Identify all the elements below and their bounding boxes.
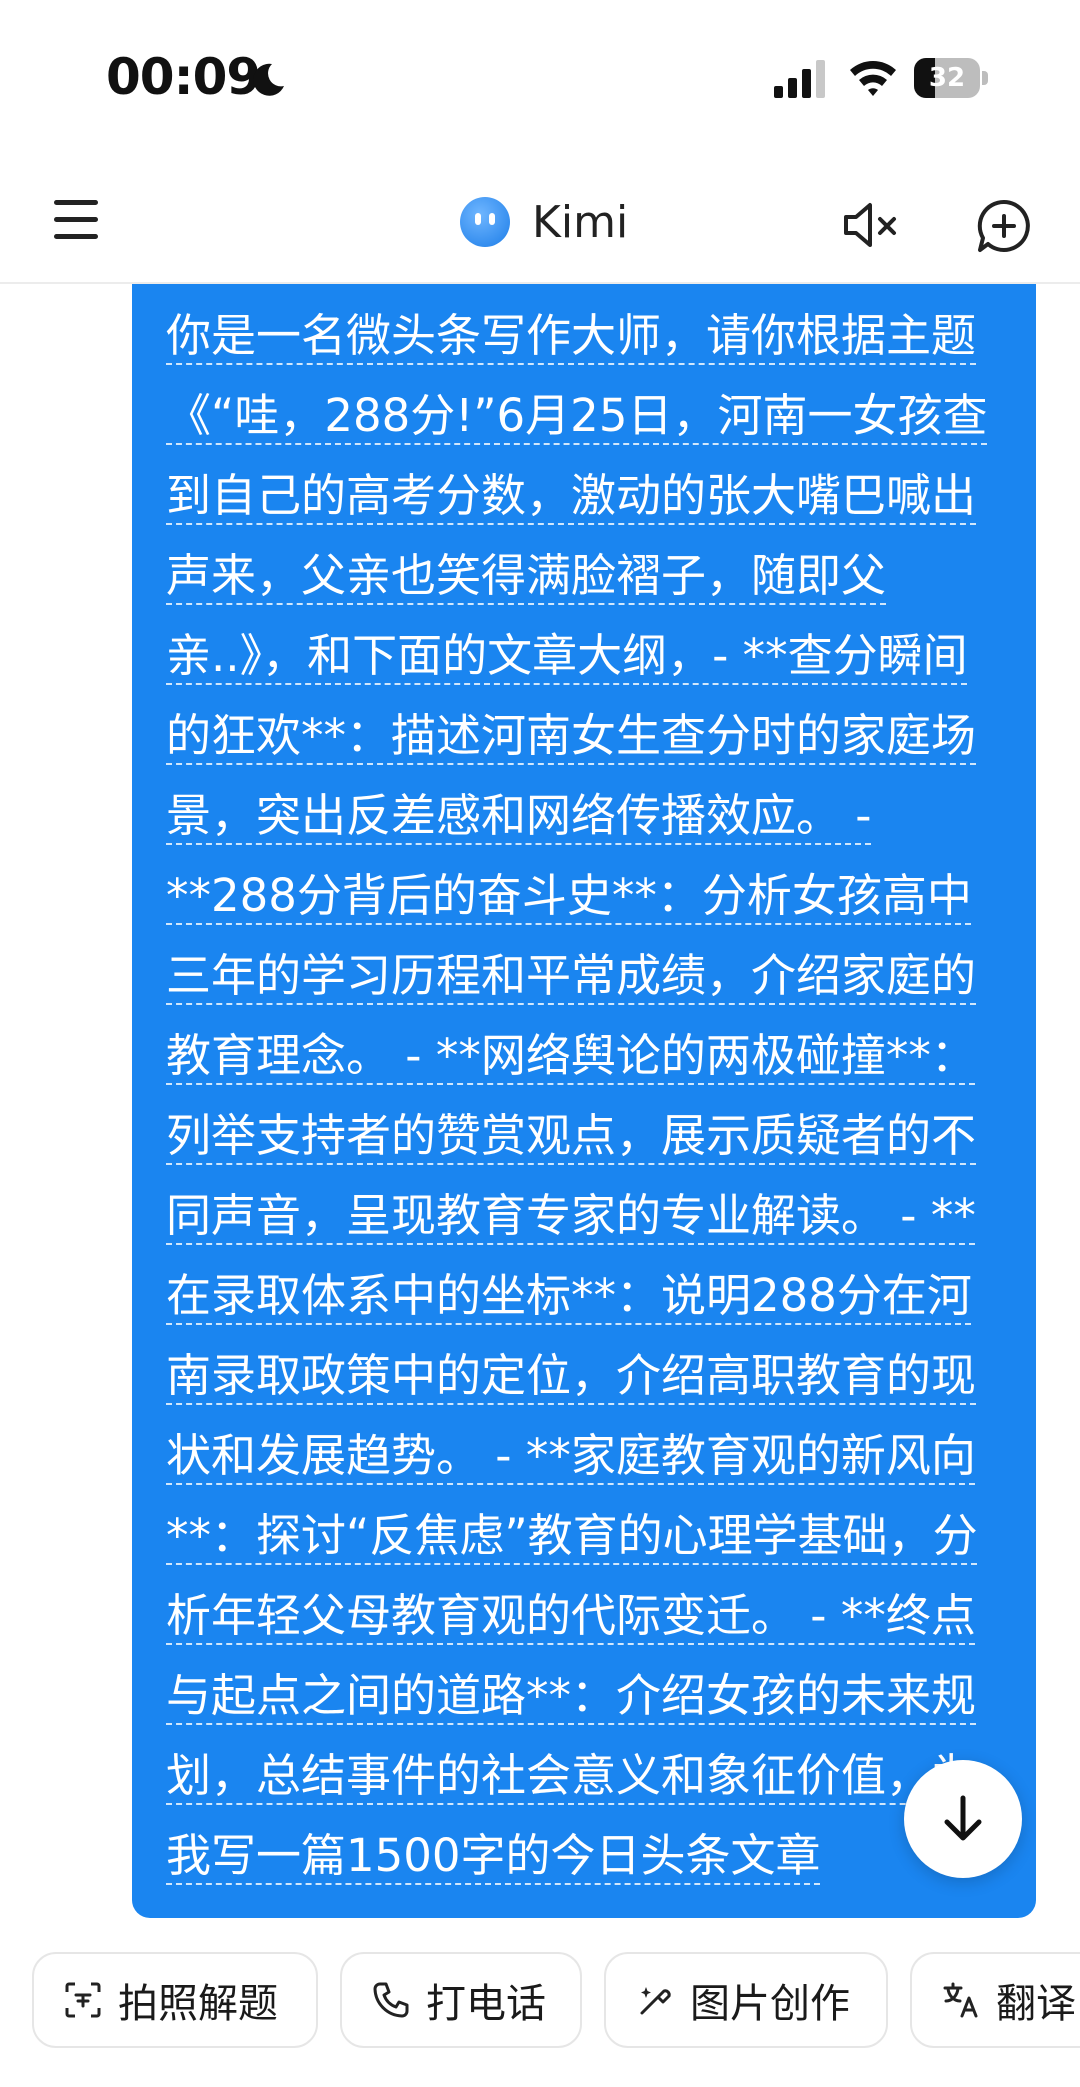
image-create-label: 图片创作 bbox=[690, 1981, 850, 2027]
menu-icon[interactable] bbox=[54, 200, 98, 240]
photo-solve-button[interactable]: 拍照解题 bbox=[32, 1952, 318, 2048]
user-message-bubble[interactable]: 你是一名微头条写作大师，请你根据主题《“哇，288分!”6月25日，河南一女孩查… bbox=[132, 284, 1036, 1918]
status-bar: 00:09 32 bbox=[0, 0, 1080, 160]
phone-icon bbox=[373, 1982, 409, 2018]
scroll-down-button[interactable] bbox=[904, 1760, 1022, 1878]
status-time: 00:09 bbox=[106, 48, 261, 106]
brand: Kimi bbox=[460, 192, 628, 252]
photo-solve-label: 拍照解题 bbox=[118, 1981, 278, 2027]
battery-level: 32 bbox=[928, 63, 966, 93]
image-create-icon bbox=[640, 1987, 671, 2015]
arrow-down-icon bbox=[944, 1795, 982, 1841]
battery-icon: 32 bbox=[914, 58, 988, 98]
phone-call-button[interactable]: 打电话 bbox=[340, 1952, 582, 2048]
translate-label: 翻译 bbox=[996, 1981, 1076, 2027]
translate-icon bbox=[943, 1982, 978, 2018]
wifi-icon bbox=[850, 61, 896, 96]
app-header: Kimi bbox=[0, 160, 1080, 284]
new-chat-icon[interactable] bbox=[976, 198, 1032, 254]
photo-solve-icon bbox=[65, 1982, 101, 2018]
moon-icon bbox=[253, 63, 284, 96]
app-title: Kimi bbox=[532, 196, 629, 248]
kimi-logo bbox=[460, 197, 510, 247]
phone-call-label: 打电话 bbox=[426, 1981, 546, 2027]
mute-icon[interactable] bbox=[842, 200, 902, 250]
chat-area[interactable]: 你是一名微头条写作大师，请你根据主题《“哇，288分!”6月25日，河南一女孩查… bbox=[0, 284, 1080, 1918]
signal-icon bbox=[774, 60, 825, 98]
image-create-button[interactable]: 图片创作 bbox=[604, 1952, 888, 2048]
user-message-text: 你是一名微头条写作大师，请你根据主题《“哇，288分!”6月25日，河南一女孩查… bbox=[166, 309, 988, 1882]
translate-button[interactable]: 翻译 bbox=[910, 1952, 1080, 2048]
quick-action-bar: 拍照解题 打电话 图片创作 翻译 bbox=[0, 1918, 1080, 2087]
